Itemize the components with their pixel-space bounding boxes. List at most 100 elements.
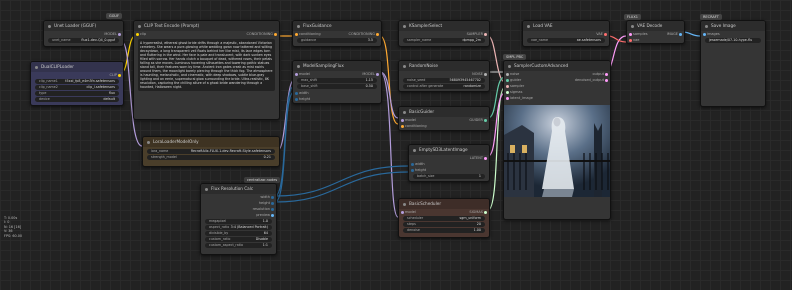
- node-title[interactable]: CLIP Text Encode (Prompt): [134, 21, 279, 31]
- socket-dot-icon[interactable]: [274, 32, 277, 36]
- node-title[interactable]: LoraLoaderModelOnly: [143, 137, 279, 147]
- strength-widget[interactable]: strength_model 0.21: [147, 155, 275, 160]
- node-title[interactable]: ModelSamplingFlux: [293, 61, 381, 71]
- base-shift-widget[interactable]: base_shift 0.50: [297, 84, 377, 89]
- custom-ratio-widget[interactable]: custom_ratio Disable: [205, 237, 272, 242]
- batch-size-widget[interactable]: batch_size 1: [413, 174, 485, 179]
- socket-dot-icon[interactable]: [604, 32, 607, 36]
- lora-name-widget[interactable]: lora_name RecraftAllx-FLUX.1-dev-Recraft-…: [147, 149, 275, 154]
- socket-dot-icon[interactable]: [271, 213, 274, 217]
- node-title[interactable]: DualCLIPLoader: [31, 62, 123, 72]
- socket-dot-icon[interactable]: [136, 32, 139, 36]
- io-row[interactable]: model SIGMAS: [399, 209, 489, 215]
- node-title[interactable]: Save Image: [701, 21, 765, 31]
- input-conditioning[interactable]: conditioning: [399, 123, 489, 129]
- custom-aspect-ratio-widget[interactable]: custom_aspect_ratio 1:1: [205, 243, 272, 248]
- socket-dot-icon[interactable]: [605, 72, 608, 76]
- socket-dot-icon[interactable]: [401, 118, 404, 122]
- socket-dot-icon[interactable]: [679, 32, 682, 36]
- node-title[interactable]: SamplerCustomAdvanced: [504, 61, 610, 71]
- io-row[interactable]: clip CONDITIONING: [134, 31, 279, 37]
- socket-dot-icon[interactable]: [484, 210, 487, 214]
- node-title[interactable]: RandomNoise: [399, 61, 489, 71]
- input-images[interactable]: images: [701, 31, 765, 37]
- node-clip-text-encode[interactable]: CLIP Text Encode (Prompt) clip CONDITIONI…: [133, 20, 280, 120]
- megapixel-widget[interactable]: megapixel 1.0: [205, 219, 272, 224]
- node-flux-guidance[interactable]: FluxGuidance conditioning CONDITIONING gu…: [292, 20, 382, 47]
- node-flux-resolution-calc[interactable]: Flux Resolution Calc width height resolu…: [200, 183, 277, 255]
- node-title[interactable]: EmptySD3LatentImage: [409, 145, 489, 155]
- node-dual-clip-loader[interactable]: DualCLIPLoader CLIP clip_name1 t5xxl_fp8_…: [30, 61, 124, 106]
- socket-dot-icon[interactable]: [506, 78, 509, 82]
- node-basic-scheduler[interactable]: BasicScheduler model SIGMAS scheduler sgm_…: [398, 198, 490, 238]
- node-title[interactable]: Flux Resolution Calc: [201, 184, 276, 194]
- node-lora-loader[interactable]: LoraLoaderModelOnly lora_name RecraftAllx…: [142, 136, 280, 167]
- node-vae-decode[interactable]: VAE Decode samples IMAGE vae: [626, 20, 685, 44]
- node-title[interactable]: BasicGuider: [399, 107, 489, 117]
- node-empty-latent[interactable]: EmptySD3LatentImage LATENT width height …: [408, 144, 490, 182]
- clip-name1-widget[interactable]: clip_name1 t5xxl_fp8_e4m3fn.safetensors: [35, 79, 119, 84]
- node-random-noise[interactable]: RandomNoise NOISE noise_seed 568093945467…: [398, 60, 490, 92]
- socket-dot-icon[interactable]: [295, 97, 298, 101]
- node-title[interactable]: BasicScheduler: [399, 199, 489, 209]
- socket-dot-icon[interactable]: [484, 118, 487, 122]
- aspect-ratio-widget[interactable]: aspect_ratio 3:4 (Balanced Portrait): [205, 225, 272, 230]
- node-model-sampling-flux[interactable]: ModelSamplingFlux model MODEL max_shift 1.…: [292, 60, 382, 104]
- divisible-by-widget[interactable]: divisible_by 64: [205, 231, 272, 236]
- output-clip[interactable]: CLIP: [31, 72, 123, 78]
- socket-dot-icon[interactable]: [484, 72, 487, 76]
- socket-dot-icon[interactable]: [271, 201, 274, 205]
- input-latent[interactable]: latent_image: [504, 95, 610, 101]
- node-title[interactable]: Load VAE: [523, 21, 609, 31]
- node-save-image[interactable]: Save Image images jessemade/07-10-hype-f…: [700, 20, 766, 107]
- input-height[interactable]: height: [293, 96, 381, 102]
- socket-dot-icon[interactable]: [376, 32, 379, 36]
- socket-dot-icon[interactable]: [295, 72, 298, 76]
- node-title[interactable]: FluxGuidance: [293, 21, 381, 31]
- socket-dot-icon[interactable]: [506, 90, 509, 94]
- noise-seed-widget[interactable]: noise_seed 568093945467702: [403, 78, 485, 83]
- node-title[interactable]: KSamplerSelect: [399, 21, 489, 31]
- unet-name-widget[interactable]: unet_name flux1-dev-Q4_0.gguf: [48, 38, 119, 43]
- socket-dot-icon[interactable]: [703, 32, 706, 36]
- socket-dot-icon[interactable]: [506, 84, 509, 88]
- socket-dot-icon[interactable]: [271, 207, 274, 211]
- input-vae[interactable]: vae: [627, 37, 684, 43]
- output-preview[interactable]: preview: [201, 212, 276, 218]
- socket-dot-icon[interactable]: [295, 91, 298, 95]
- socket-dot-icon[interactable]: [118, 73, 121, 77]
- clip-name2-widget[interactable]: clip_name2 clip_l.safetensors: [35, 85, 119, 90]
- scheduler-widget[interactable]: scheduler sgm_uniform: [403, 216, 485, 221]
- sampler-name-widget[interactable]: sampler_name dpmpp_2m: [403, 38, 485, 43]
- input-height[interactable]: height: [409, 167, 489, 173]
- socket-dot-icon[interactable]: [271, 195, 274, 199]
- socket-dot-icon[interactable]: [484, 32, 487, 36]
- socket-dot-icon[interactable]: [506, 72, 509, 76]
- output-model[interactable]: MODEL: [44, 31, 123, 37]
- socket-dot-icon[interactable]: [376, 72, 379, 76]
- socket-dot-icon[interactable]: [411, 162, 414, 166]
- filename-prefix-widget[interactable]: jessemade/07-10-hype-flu: [705, 38, 761, 43]
- denoise-widget[interactable]: denoise 1.00: [403, 228, 485, 233]
- socket-dot-icon[interactable]: [629, 32, 632, 36]
- node-sampler-custom-advanced[interactable]: SamplerCustomAdvanced noise output guider…: [503, 60, 611, 220]
- socket-dot-icon[interactable]: [401, 210, 404, 214]
- node-unet-loader[interactable]: Unet Loader (GGUF) MODEL unet_name flux1-…: [43, 20, 124, 47]
- node-ksampler-select[interactable]: KSamplerSelect SAMPLER sampler_name dpmpp…: [398, 20, 490, 47]
- io-row[interactable]: model MODEL: [293, 71, 381, 77]
- device-widget[interactable]: device default: [35, 97, 119, 102]
- node-load-vae[interactable]: Load VAE VAE vae_name ae.safetensors: [522, 20, 610, 47]
- socket-dot-icon[interactable]: [295, 32, 298, 36]
- prompt-textarea[interactable]: A hyperrealist, ethereal ghost bride dri…: [138, 39, 275, 91]
- max-shift-widget[interactable]: max_shift 1.15: [297, 78, 377, 83]
- node-title[interactable]: VAE Decode: [627, 21, 684, 31]
- io-row[interactable]: conditioning CONDITIONING: [293, 31, 381, 37]
- socket-dot-icon[interactable]: [118, 32, 121, 36]
- socket-dot-icon[interactable]: [401, 124, 404, 128]
- output-noise[interactable]: NOISE: [399, 71, 489, 77]
- guidance-widget[interactable]: guidance 3.5: [297, 38, 377, 43]
- socket-dot-icon[interactable]: [506, 96, 509, 100]
- type-widget[interactable]: type flux: [35, 91, 119, 96]
- socket-dot-icon[interactable]: [484, 156, 487, 160]
- vae-name-widget[interactable]: vae_name ae.safetensors: [527, 38, 605, 43]
